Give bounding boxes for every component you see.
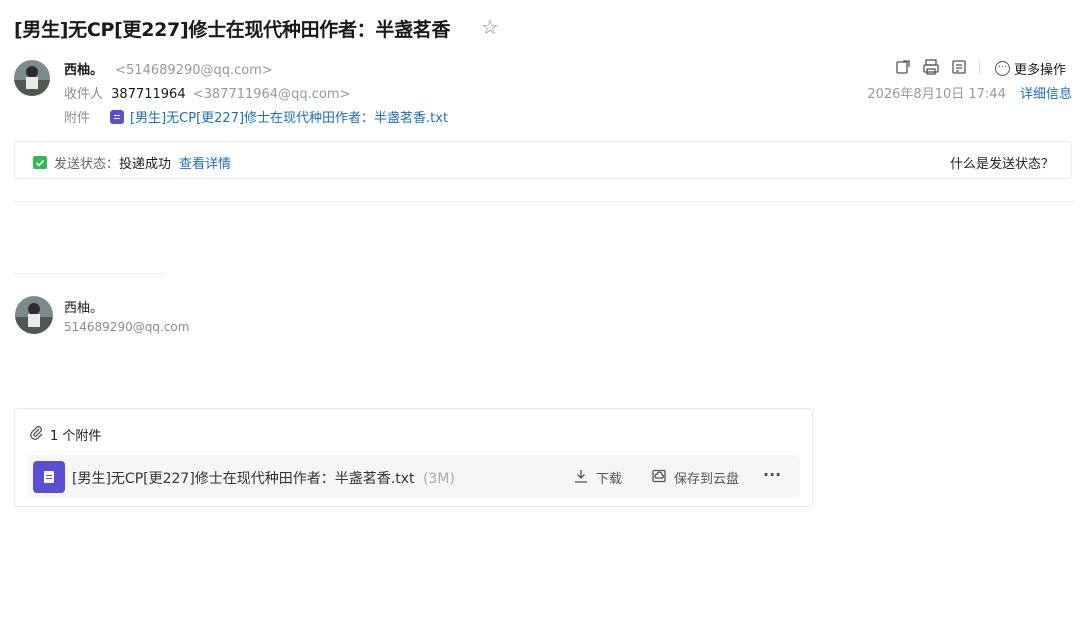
save-to-cloud-button[interactable]: 保存到云盘 <box>652 468 739 487</box>
status-help-link[interactable]: 什么是发送状态？ <box>950 153 1054 172</box>
attachment-more-icon[interactable]: ··· <box>763 465 781 484</box>
sender-email: <514689290@qq.com> <box>115 63 273 78</box>
sender-name[interactable]: 西柚。 <box>64 63 103 78</box>
signature-name: 西柚。 <box>64 301 104 316</box>
file-icon <box>110 109 125 124</box>
signature-email: 514689290@qq.com <box>64 320 190 334</box>
attachment-file-size: (3M) <box>422 471 455 487</box>
paperclip-icon <box>29 425 43 444</box>
mail-date: 2026年8月10日 17:44 <box>867 87 1006 102</box>
txt-file-icon <box>33 461 65 493</box>
signature-avatar <box>15 296 53 334</box>
print-icon[interactable] <box>922 58 940 76</box>
recipient-label: 收件人 <box>64 87 104 102</box>
details-link[interactable]: 详细信息 <box>1020 87 1072 102</box>
header-divider <box>14 201 1074 202</box>
recipient-name[interactable]: 387711964 <box>111 87 185 102</box>
check-icon <box>33 156 47 169</box>
more-actions-label: 更多操作 <box>1014 63 1067 78</box>
sender-avatar[interactable] <box>14 60 50 96</box>
attachment-file-name[interactable]: [男生]无CP[更227]修士在现代种田作者：半盏茗香.txt <box>72 471 415 487</box>
download-icon <box>574 469 588 487</box>
attachments-count: 1 个附件 <box>50 429 102 444</box>
download-button[interactable]: 下载 <box>574 468 622 487</box>
star-icon[interactable]: ☆ <box>481 15 499 39</box>
note-icon[interactable] <box>950 58 968 76</box>
download-label: 下载 <box>596 472 623 487</box>
recipient-email: <387711964@qq.com> <box>192 87 351 102</box>
signature-divider <box>14 273 164 274</box>
attachment-inline-link[interactable]: [男生]无CP[更227]修士在现代种田作者：半盏茗香.txt <box>130 107 448 126</box>
toolbar-divider <box>979 60 980 74</box>
mail-subject: [男生]无CP[更227]修士在现代种田作者：半盏茗香 <box>14 19 451 41</box>
save-cloud-label: 保存到云盘 <box>674 472 740 487</box>
status-value: 投递成功 <box>119 157 172 172</box>
status-label: 发送状态： <box>54 157 120 172</box>
more-actions-button[interactable]: ··· 更多操作 <box>995 59 1066 78</box>
cloud-drive-icon <box>652 469 666 487</box>
view-status-details-link[interactable]: 查看详情 <box>179 153 231 172</box>
more-circle-icon: ··· <box>995 61 1010 76</box>
attachment-label: 附件 <box>64 111 91 126</box>
new-window-icon[interactable] <box>894 58 912 76</box>
